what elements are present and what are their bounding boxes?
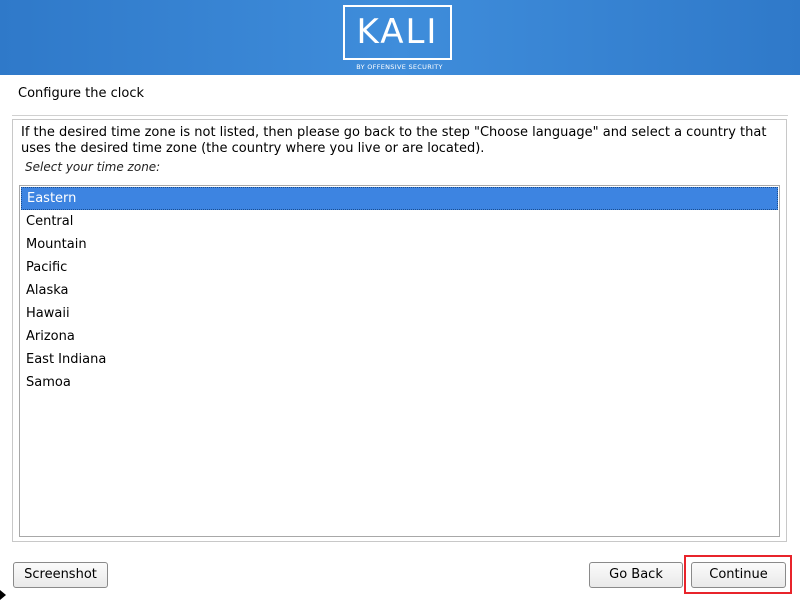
- kali-logo: KALI BY OFFENSIVE SECURITY: [343, 5, 456, 73]
- logo-subtitle: BY OFFENSIVE SECURITY: [356, 63, 443, 71]
- timezone-item-mountain[interactable]: Mountain: [21, 233, 778, 256]
- timezone-item-samoa[interactable]: Samoa: [21, 371, 778, 394]
- continue-button[interactable]: Continue: [691, 562, 786, 588]
- timezone-prompt: Select your time zone:: [25, 160, 161, 174]
- page-description: If the desired time zone is not listed, …: [21, 125, 767, 156]
- header-banner: KALI BY OFFENSIVE SECURITY: [0, 0, 800, 75]
- timezone-item-alaska[interactable]: Alaska: [21, 279, 778, 302]
- timezone-item-central[interactable]: Central: [21, 210, 778, 233]
- timezone-listbox[interactable]: Eastern Central Mountain Pacific Alaska …: [19, 185, 780, 537]
- mouse-cursor-icon: [0, 590, 6, 600]
- timezone-item-east-indiana[interactable]: East Indiana: [21, 348, 778, 371]
- timezone-item-eastern[interactable]: Eastern: [21, 187, 778, 210]
- page-title: Configure the clock: [18, 86, 144, 101]
- timezone-item-arizona[interactable]: Arizona: [21, 325, 778, 348]
- timezone-item-hawaii[interactable]: Hawaii: [21, 302, 778, 325]
- title-separator: [12, 115, 788, 116]
- screenshot-button[interactable]: Screenshot: [13, 562, 108, 588]
- logo-text: KALI: [356, 12, 439, 52]
- go-back-button[interactable]: Go Back: [589, 562, 683, 588]
- timezone-item-pacific[interactable]: Pacific: [21, 256, 778, 279]
